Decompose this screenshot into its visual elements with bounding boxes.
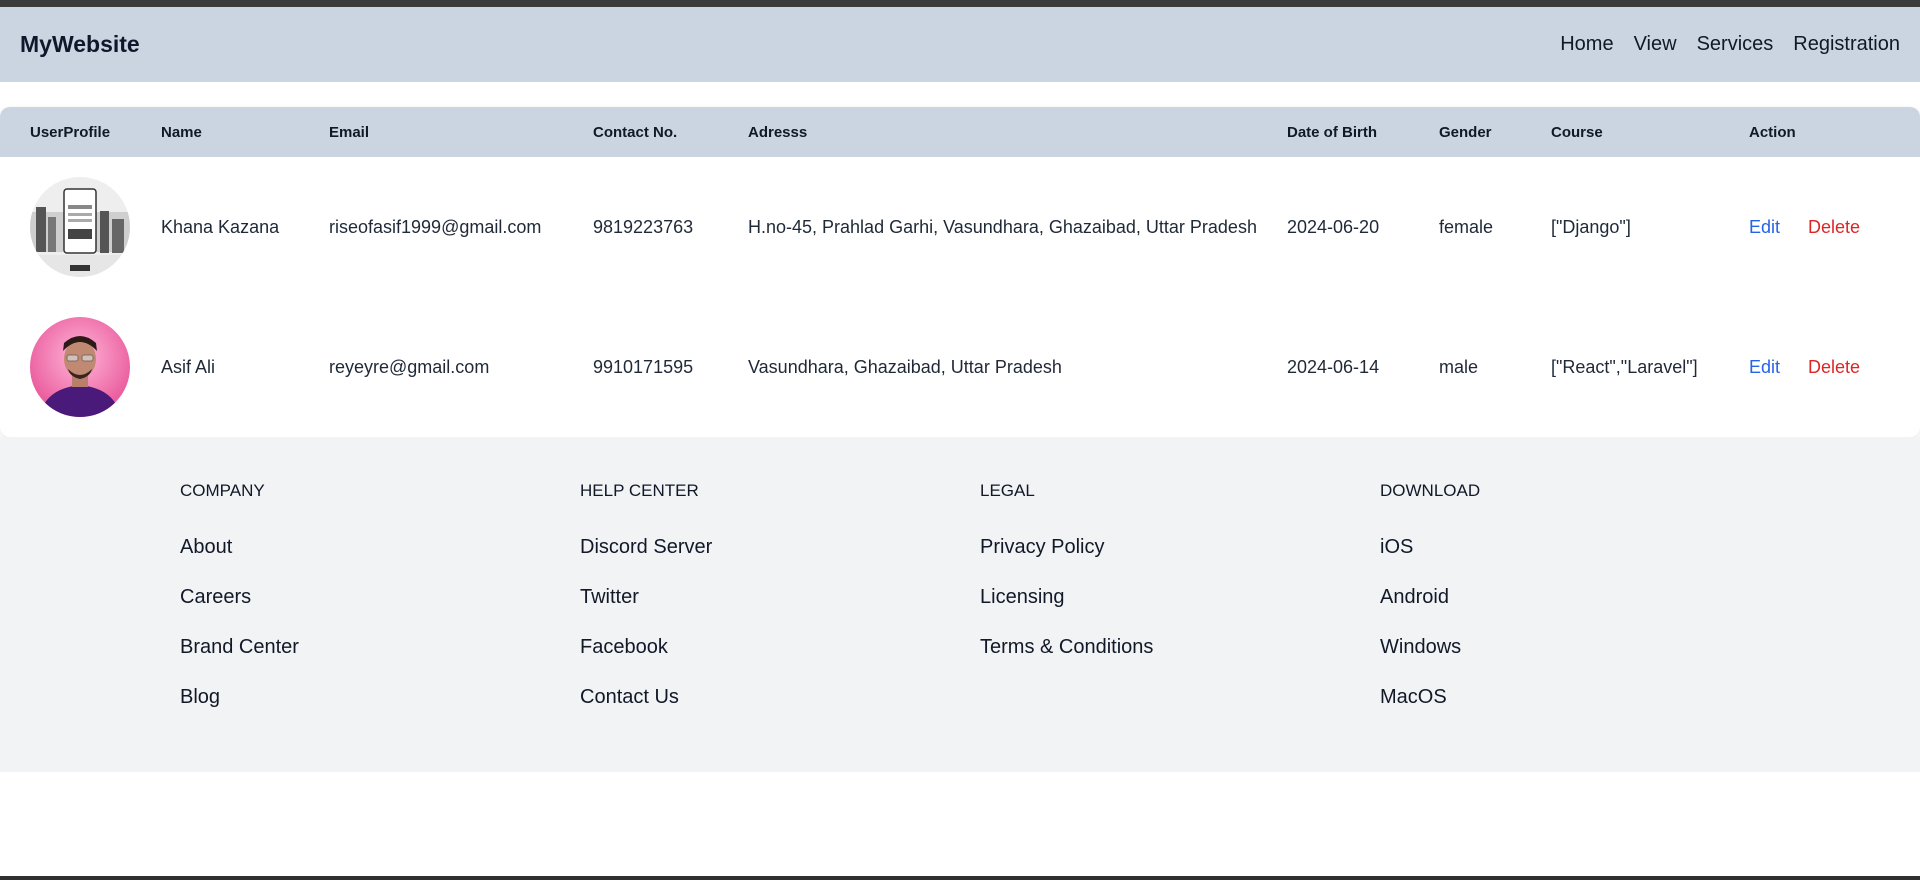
header-course: Course — [1551, 123, 1603, 141]
footer-link-twitter[interactable]: Twitter — [580, 586, 639, 609]
header-name: Name — [161, 123, 202, 141]
cell-dob: 2024-06-14 — [1287, 356, 1380, 377]
footer-heading-legal: LEGAL — [980, 481, 1035, 500]
user-avatar — [30, 317, 130, 417]
nav-home[interactable]: Home — [1560, 33, 1613, 56]
footer-link-brand-center[interactable]: Brand Center — [180, 636, 299, 659]
brand-logo[interactable]: MyWebsite — [20, 31, 140, 58]
cell-action: Edit Delete — [1749, 157, 1920, 297]
header-email: Email — [329, 123, 370, 141]
cell-address: H.no-45, Prahlad Garhi, Vasundhara, Ghaz… — [748, 216, 1257, 237]
footer-link-privacy-policy[interactable]: Privacy Policy — [980, 536, 1104, 559]
footer-link-blog[interactable]: Blog — [180, 686, 220, 709]
header-contact: Contact No. — [593, 123, 678, 141]
footer-heading-company: COMPANY — [180, 481, 265, 500]
footer-link-windows[interactable]: Windows — [1380, 636, 1461, 659]
footer: COMPANY About Careers Brand Center Blog … — [0, 437, 1920, 772]
users-table: UserProfile Name Email Contact No. Adres… — [0, 107, 1920, 437]
cell-dob: 2024-06-20 — [1287, 216, 1380, 237]
cell-email: reyeyre@gmail.com — [329, 356, 490, 377]
cell-action: Edit Delete — [1749, 297, 1920, 437]
footer-link-ios[interactable]: iOS — [1380, 536, 1413, 559]
delete-button[interactable]: Delete — [1808, 217, 1860, 237]
footer-link-terms-conditions[interactable]: Terms & Conditions — [980, 636, 1153, 659]
table-row: Khana Kazana riseofasif1999@gmail.com 98… — [0, 157, 1920, 297]
header-gender: Gender — [1439, 123, 1492, 141]
footer-link-macos[interactable]: MacOS — [1380, 686, 1447, 709]
nav-registration[interactable]: Registration — [1793, 33, 1900, 56]
footer-link-discord-server[interactable]: Discord Server — [580, 536, 712, 559]
nav-view[interactable]: View — [1634, 33, 1677, 56]
footer-heading-help-center: HELP CENTER — [580, 481, 699, 500]
nav-services[interactable]: Services — [1697, 33, 1774, 56]
cell-gender: male — [1439, 356, 1479, 377]
footer-link-licensing[interactable]: Licensing — [980, 586, 1065, 609]
footer-link-about[interactable]: About — [180, 536, 232, 559]
navbar: MyWebsite Home View Services Registratio… — [0, 7, 1920, 82]
footer-link-careers[interactable]: Careers — [180, 586, 251, 609]
cell-contact: 9819223763 — [593, 216, 694, 237]
edit-button[interactable]: Edit — [1749, 357, 1780, 377]
cell-gender: female — [1439, 216, 1494, 237]
table-row: Asif Ali reyeyre@gmail.com 9910171595 Va… — [0, 297, 1920, 437]
header-dob: Date of Birth — [1287, 123, 1377, 141]
header-userprofile: UserProfile — [30, 123, 111, 141]
delete-button[interactable]: Delete — [1808, 357, 1860, 377]
edit-button[interactable]: Edit — [1749, 217, 1780, 237]
cell-name: Asif Ali — [161, 356, 216, 377]
browser-top-strip — [0, 0, 1920, 7]
footer-heading-download: DOWNLOAD — [1380, 481, 1481, 500]
cell-address: Vasundhara, Ghazaibad, Uttar Pradesh — [748, 356, 1062, 377]
table-header-row: UserProfile Name Email Contact No. Adres… — [0, 107, 1920, 157]
cell-name: Khana Kazana — [161, 216, 280, 237]
footer-link-contact-us[interactable]: Contact Us — [580, 686, 679, 709]
cell-course: ["Django"] — [1551, 216, 1631, 237]
footer-link-android[interactable]: Android — [1380, 586, 1449, 609]
browser-bottom-strip — [0, 876, 1920, 880]
cell-course: ["React","Laravel"] — [1551, 356, 1698, 377]
header-address: Adresss — [748, 123, 808, 141]
nav-links: Home View Services Registration — [1540, 33, 1900, 56]
cell-email: riseofasif1999@gmail.com — [329, 216, 542, 237]
footer-link-facebook[interactable]: Facebook — [580, 636, 668, 659]
cell-contact: 9910171595 — [593, 356, 694, 377]
users-table-card: UserProfile Name Email Contact No. Adres… — [0, 107, 1920, 437]
header-action: Action — [1749, 123, 1796, 141]
user-avatar — [30, 177, 130, 277]
